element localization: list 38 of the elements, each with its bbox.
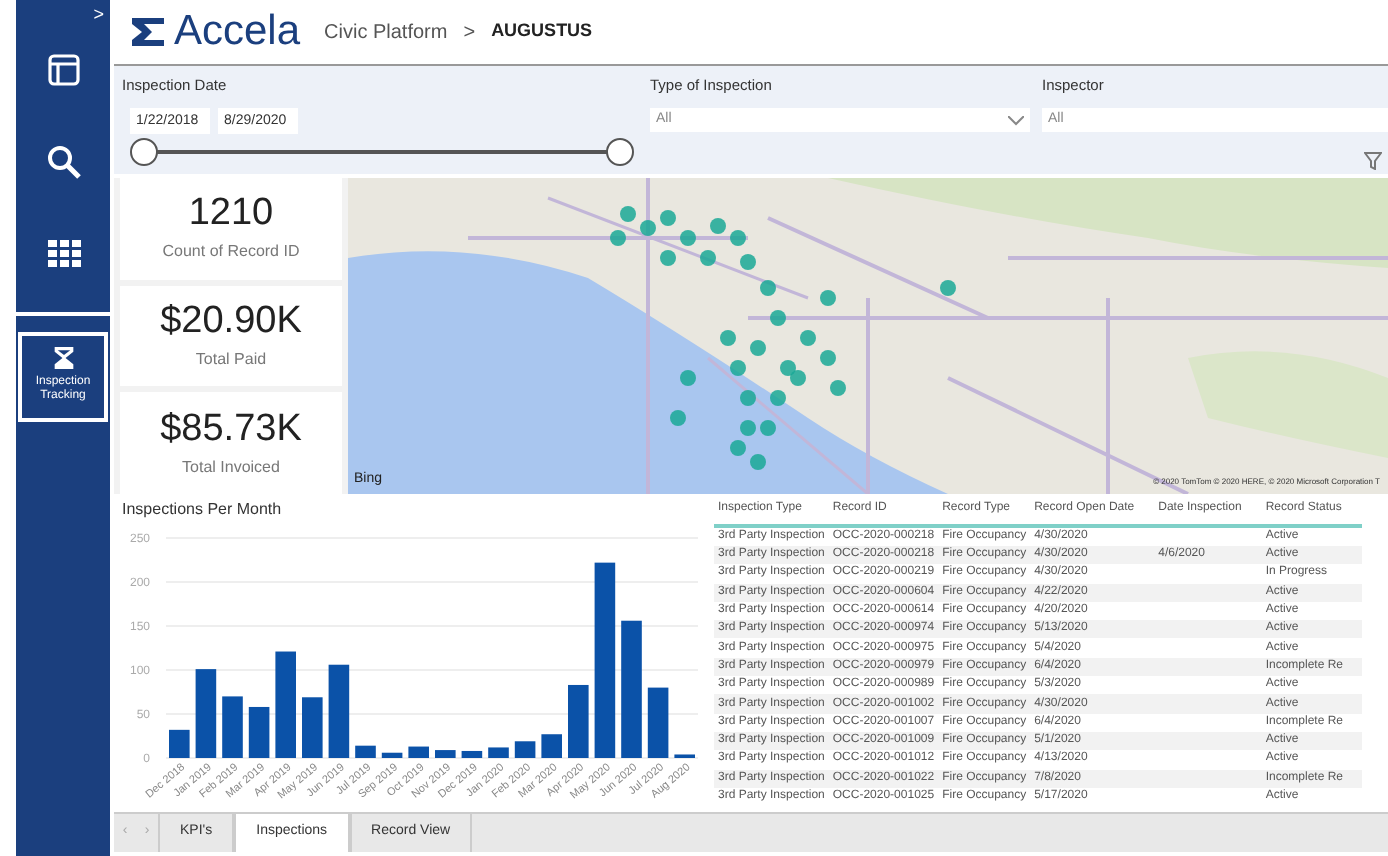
layout-icon[interactable] (45, 52, 81, 88)
bar (248, 706, 270, 758)
bar (355, 745, 376, 758)
bar (195, 669, 217, 758)
bar (381, 752, 403, 758)
bar (408, 746, 429, 758)
bar (541, 734, 562, 758)
grid-icon[interactable] (45, 236, 81, 272)
chevron-down-icon (1008, 115, 1024, 126)
bar (514, 741, 536, 758)
bar (461, 750, 483, 758)
bar (302, 697, 323, 758)
bar (328, 664, 350, 758)
chart-title: Inspections Per Month (122, 498, 284, 522)
bar (275, 651, 296, 758)
kpi-label: Total Paid (195, 348, 267, 372)
page-title: AUGUSTUS (491, 18, 593, 45)
search-icon[interactable] (45, 144, 81, 180)
expand-button[interactable]: > (93, 2, 104, 29)
bar (435, 750, 456, 758)
kpi-value: 1210 (188, 192, 274, 237)
bar (222, 696, 243, 758)
filter-icon[interactable] (1364, 152, 1382, 170)
kpi-label: Total Invoiced (182, 455, 280, 480)
kpi-value: $85.73K (160, 407, 302, 452)
logo-text: Accela (174, 6, 301, 59)
bar (488, 747, 509, 758)
kpi-label: Count of Record ID (162, 240, 300, 265)
breadcrumb-link[interactable]: Civic Platform (324, 17, 448, 47)
logo-icon (130, 16, 166, 48)
bar (647, 687, 669, 758)
kpi-value: $20.90K (160, 300, 302, 344)
bar (621, 620, 642, 758)
hourglass-icon (49, 344, 77, 372)
breadcrumb-separator: > (463, 19, 476, 47)
date-range-slider[interactable] (130, 138, 634, 167)
bar (169, 729, 190, 758)
bar (568, 684, 589, 758)
